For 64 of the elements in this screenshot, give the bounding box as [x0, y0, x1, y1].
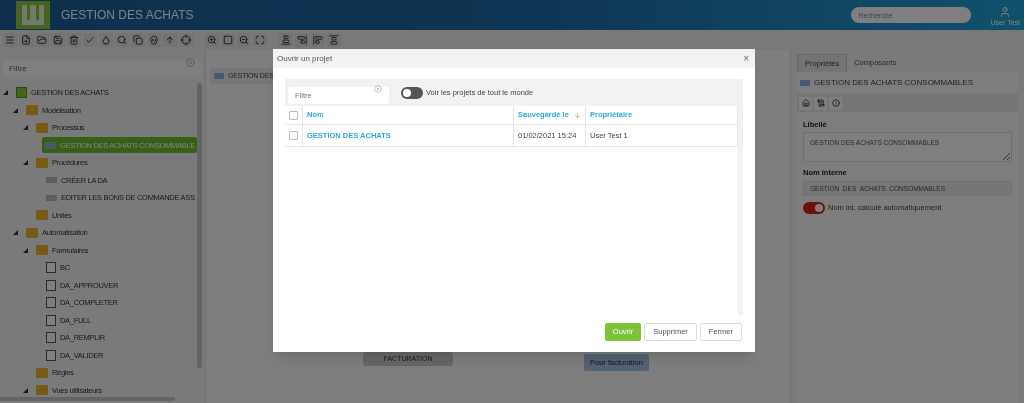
toggle-switch[interactable]	[803, 201, 825, 214]
folder-icon	[36, 245, 48, 256]
zoom-out-icon[interactable]	[237, 33, 251, 47]
scrollbar[interactable]	[197, 83, 202, 368]
align-bottom-icon[interactable]	[279, 33, 293, 47]
form-icon	[46, 279, 56, 291]
form-icon	[46, 262, 56, 274]
expand-caret-icon[interactable]	[23, 125, 28, 131]
copy-icon[interactable]	[131, 33, 145, 47]
toggle-switch[interactable]	[401, 86, 423, 99]
search-icon[interactable]	[115, 33, 129, 47]
scroll-icon[interactable]	[814, 96, 827, 110]
filter-field[interactable]: Filtre	[3, 60, 202, 77]
expand-caret-icon[interactable]	[13, 107, 18, 113]
folder-icon	[36, 385, 48, 396]
align-top-icon[interactable]	[327, 33, 341, 47]
procedure-icon	[46, 177, 57, 184]
process-icon	[44, 141, 56, 149]
folder-icon[interactable]	[35, 33, 49, 47]
actual-size-icon[interactable]	[221, 33, 235, 47]
trash-icon[interactable]	[67, 33, 81, 47]
expand-caret-icon[interactable]	[23, 387, 28, 393]
form-icon	[46, 314, 56, 326]
folder-icon	[36, 210, 48, 221]
clear-icon[interactable]	[186, 58, 195, 67]
expand-caret-icon[interactable]	[13, 230, 18, 236]
checkbox[interactable]	[289, 131, 298, 140]
procedure-icon	[46, 194, 57, 201]
form-icon	[46, 297, 56, 309]
user-icon[interactable]	[999, 5, 1012, 18]
expand-caret-icon[interactable]	[3, 90, 8, 96]
save-icon[interactable]	[51, 33, 65, 47]
folder-icon	[26, 105, 38, 116]
align-right-icon[interactable]	[295, 33, 309, 47]
new-file-icon[interactable]	[19, 33, 33, 47]
check-icon[interactable]	[83, 33, 97, 47]
form-icon	[46, 332, 56, 344]
clear-icon[interactable]	[374, 85, 382, 93]
folder-icon	[36, 157, 48, 168]
folder-icon	[26, 227, 38, 238]
logo-icon	[16, 1, 50, 29]
align-left-icon[interactable]	[311, 33, 325, 47]
sort-arrow-icon	[573, 111, 581, 119]
folder-icon	[36, 367, 48, 378]
process-icon	[800, 80, 810, 86]
fit-icon[interactable]	[253, 33, 267, 47]
target-icon[interactable]	[179, 33, 193, 47]
close-button[interactable]: ×	[743, 53, 751, 64]
checkbox[interactable]	[289, 110, 298, 120]
skull-icon[interactable]	[147, 33, 161, 47]
panel-title: GESTION DES ACHATS CONSOMMABLES	[814, 77, 973, 89]
expand-caret-icon[interactable]	[23, 160, 28, 166]
folder-icon	[36, 122, 48, 133]
zoom-in-icon[interactable]	[205, 33, 219, 47]
expand-caret-icon[interactable]	[23, 247, 28, 253]
arrow-up-icon[interactable]	[163, 33, 177, 47]
app-title: GESTION DES ACHATS	[61, 7, 194, 24]
drop-icon[interactable]	[99, 33, 113, 47]
app-icon	[16, 87, 27, 99]
home-icon[interactable]	[799, 96, 812, 110]
menu-icon[interactable]	[3, 33, 17, 47]
info-icon[interactable]	[829, 96, 842, 110]
dialog-title: Ouvrir un projet	[277, 52, 334, 65]
form-icon	[46, 349, 56, 361]
